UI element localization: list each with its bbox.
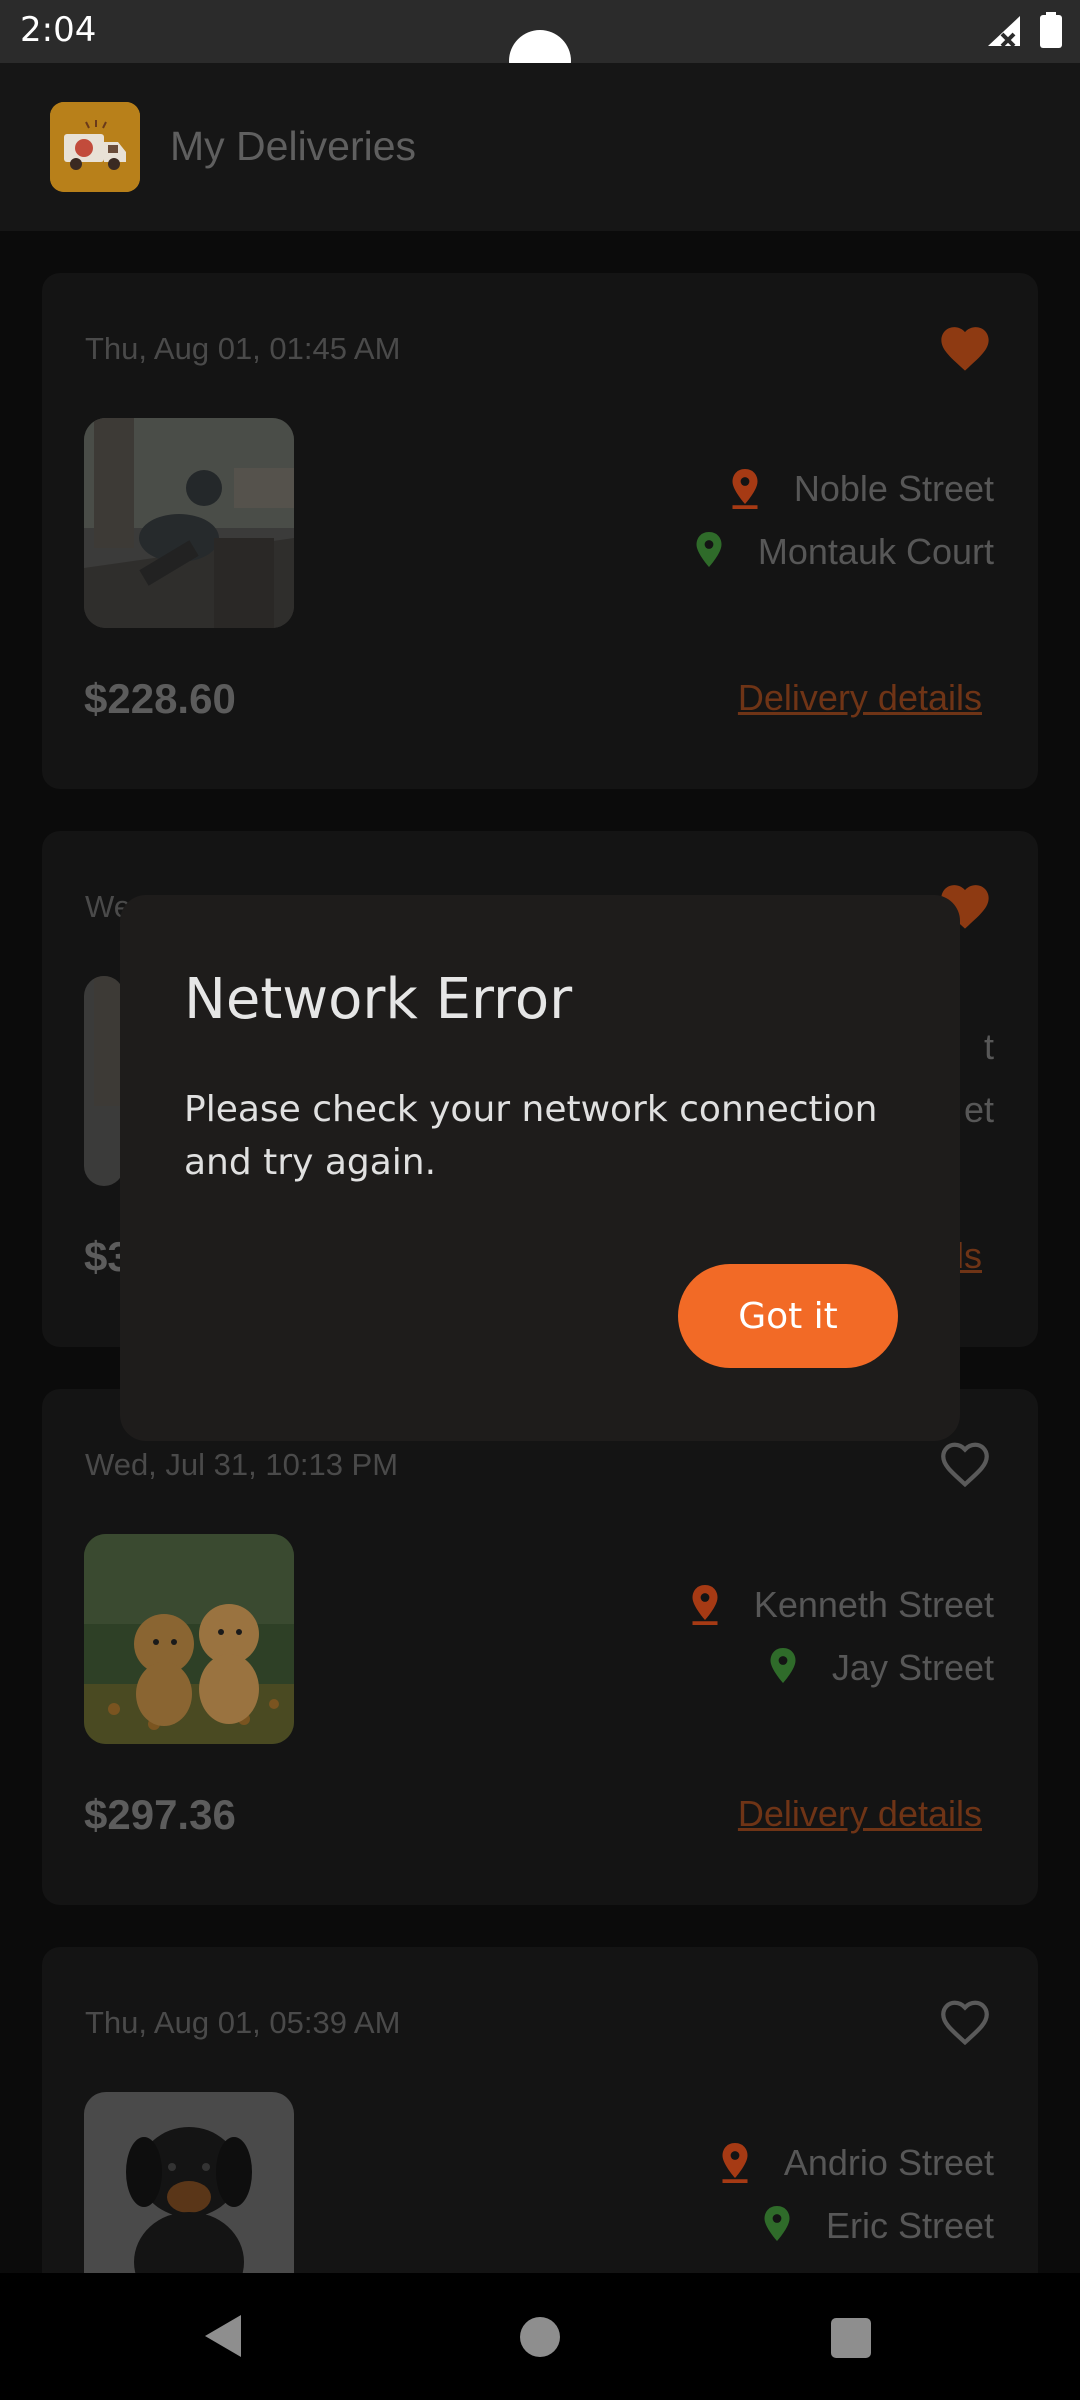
delivery-card[interactable]: Thu, Aug 01, 05:39 AM Andrio Street Eric… <box>42 1947 1038 2273</box>
no-signal-icon <box>986 14 1022 53</box>
pickup-street: Andrio Street <box>783 2142 994 2183</box>
pickup-location: Andrio Street <box>720 2142 994 2184</box>
dropoff-pin-icon <box>764 2206 790 2241</box>
delivery-card[interactable]: Wed, Jul 31, 10:13 PM Kenneth Street Jay… <box>42 1389 1038 1905</box>
recents-icon[interactable] <box>831 2318 871 2358</box>
app-bar: My Deliveries <box>0 63 1080 231</box>
pickup-pin-icon <box>692 1585 718 1625</box>
favorite-filled-icon[interactable] <box>936 321 994 373</box>
delivery-details-link[interactable]: Delivery details <box>738 677 982 719</box>
back-icon[interactable] <box>203 2313 243 2364</box>
home-icon[interactable] <box>520 2317 560 2357</box>
delivery-card[interactable]: Thu, Aug 01, 01:45 AM Noble Street Monta… <box>42 273 1038 789</box>
pickup-street: Noble Street <box>793 468 994 509</box>
dropoff-location: Montauk Court <box>694 531 994 573</box>
delivery-date: Thu, Aug 01, 05:39 AM <box>85 2005 401 2040</box>
pickup-pin-icon <box>722 2143 748 2183</box>
dropoff-pin-icon <box>770 1648 796 1683</box>
favorite-outline-icon[interactable] <box>936 1995 994 2047</box>
dropoff-street-fragment: et <box>963 1089 994 1130</box>
pickup-pin-icon <box>732 469 758 509</box>
package-photo <box>84 1534 294 1744</box>
delivery-date: Thu, Aug 01, 01:45 AM <box>85 331 401 366</box>
delivery-truck-logo-icon <box>50 102 140 192</box>
package-photo <box>84 2092 294 2273</box>
pickup-location: Noble Street <box>730 468 994 510</box>
package-photo <box>84 976 124 1186</box>
pickup-street-fragment: t <box>983 1026 994 1067</box>
pickup-location: Kenneth Street <box>690 1584 994 1626</box>
pickup-street: Kenneth Street <box>753 1584 994 1625</box>
system-nav-bar <box>0 2273 1080 2400</box>
dialog-title: Network Error <box>184 967 573 1032</box>
dialog-message: Please check your network connection and… <box>184 1089 878 1183</box>
battery-icon <box>1040 12 1062 53</box>
delivery-date: Wed, Jul 31, 10:13 PM <box>85 1447 399 1482</box>
dropoff-location: Eric Street <box>762 2205 994 2247</box>
dropoff-street: Montauk Court <box>757 531 994 572</box>
status-time: 2:04 <box>20 10 97 50</box>
delivery-price: $297.36 <box>84 1791 236 1838</box>
delivery-price: $228.60 <box>84 675 236 722</box>
package-photo <box>84 418 294 628</box>
page-title: My Deliveries <box>170 123 417 169</box>
delivery-details-link[interactable]: Delivery details <box>738 1793 982 1835</box>
dropoff-location: Jay Street <box>768 1647 994 1689</box>
dropoff-pin-icon <box>696 532 722 567</box>
got-it-button[interactable]: Got it <box>678 1264 898 1368</box>
dropoff-street: Jay Street <box>831 1647 994 1688</box>
favorite-outline-icon[interactable] <box>936 1437 994 1489</box>
dropoff-street: Eric Street <box>825 2205 994 2246</box>
network-error-dialog: Network Error Please check your network … <box>120 895 960 1441</box>
